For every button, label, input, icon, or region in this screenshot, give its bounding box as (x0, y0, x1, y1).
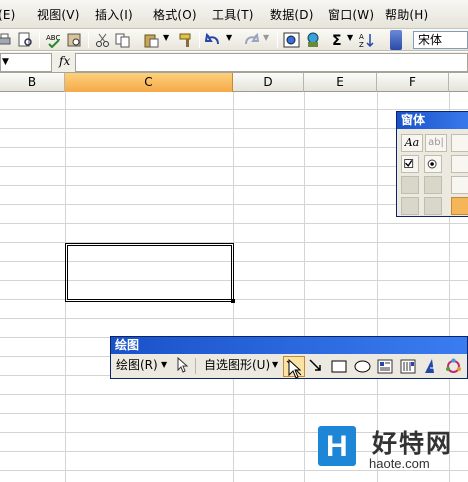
spelling-icon[interactable]: ABC (45, 32, 62, 48)
combo-list-tool-icon[interactable] (401, 176, 419, 194)
redo-dropdown-icon[interactable]: ▼ (263, 33, 269, 42)
print-preview-icon[interactable] (17, 32, 34, 48)
autoshapes-dropdown-icon[interactable]: ▼ (272, 360, 278, 369)
site-logo: H (318, 426, 356, 466)
toolbar-separator (88, 32, 89, 48)
column-header-f[interactable]: F (377, 73, 449, 92)
column-header-b[interactable]: B (0, 73, 65, 92)
textbox-icon[interactable] (377, 359, 393, 374)
site-url: haote.com (369, 456, 430, 471)
logo-letter: H (326, 430, 348, 463)
vertical-textbox-icon[interactable] (400, 359, 416, 374)
name-box[interactable]: ▼ (0, 53, 52, 72)
autosum-dropdown-icon[interactable]: ▼ (347, 33, 353, 42)
toggle-grid-icon[interactable] (451, 197, 468, 215)
svg-text:Σ: Σ (332, 33, 342, 48)
redo-icon[interactable] (242, 32, 259, 48)
column-headers: B C D E F (0, 73, 468, 92)
diagram-icon[interactable] (445, 358, 462, 375)
svg-text:Z: Z (359, 41, 364, 48)
font-name-field[interactable]: 宋体 (413, 31, 468, 49)
grid-line (304, 92, 305, 482)
edit-box-tool-icon[interactable]: ab| (425, 134, 447, 152)
paste-dropdown-icon[interactable]: ▼ (163, 33, 169, 42)
chart-wizard-icon[interactable] (305, 32, 322, 48)
print-icon[interactable] (0, 32, 13, 48)
grid-line (0, 413, 468, 414)
wordart-icon[interactable] (423, 358, 439, 375)
sort-icon[interactable]: AZ (358, 32, 375, 48)
formula-input[interactable] (75, 53, 468, 72)
cut-icon[interactable] (94, 32, 111, 48)
list-box-tool-icon[interactable] (451, 155, 468, 173)
column-header-c[interactable]: C (65, 73, 233, 92)
paste-icon[interactable] (143, 32, 160, 48)
menu-insert[interactable]: 插入(I) (95, 7, 133, 23)
menu-edit[interactable]: (E) (0, 7, 16, 23)
autosum-icon[interactable]: Σ (330, 32, 347, 48)
draw-menu-dropdown-icon[interactable]: ▼ (161, 360, 167, 369)
formula-bar: ▼ fx (0, 52, 468, 73)
grid-line (0, 223, 468, 224)
menu-tools[interactable]: 工具(T) (212, 7, 254, 23)
svg-text:A: A (359, 33, 364, 41)
forms-toolbar: 窗体 Aa ab| (396, 111, 468, 217)
undo-icon[interactable] (205, 32, 222, 48)
undo-dropdown-icon[interactable]: ▼ (226, 33, 232, 42)
grid-line (0, 109, 468, 110)
copy-icon[interactable] (114, 32, 131, 48)
grid-line (0, 318, 468, 319)
resize-handle[interactable] (231, 299, 235, 303)
hyperlink-icon[interactable] (283, 32, 300, 48)
column-header-e[interactable]: E (304, 73, 377, 92)
menu-bar: (E) 视图(V) 插入(I) 格式(O) 工具(T) 数据(D) 窗口(W) … (0, 0, 468, 29)
drawing-toolbar-title[interactable]: 绘图 (111, 337, 467, 354)
mouse-cursor-icon (288, 359, 302, 379)
menu-view[interactable]: 视图(V) (37, 7, 80, 23)
option-button-tool-icon[interactable] (424, 155, 442, 173)
menu-data[interactable]: 数据(D) (270, 7, 314, 23)
toolbar-separator (195, 358, 196, 374)
rectangle-icon[interactable] (331, 360, 347, 373)
drawing-toolbar: 绘图 绘图(R) ▼ 自选图形(U) ▼ (110, 336, 468, 379)
forms-toolbar-title[interactable]: 窗体 (397, 112, 468, 129)
label-tool-icon[interactable]: Aa (401, 134, 423, 152)
group-box-tool-icon[interactable] (451, 134, 468, 152)
menu-window[interactable]: 窗口(W) (328, 7, 374, 23)
dialog-tool-icon[interactable] (424, 197, 442, 215)
checkbox-tool-icon[interactable] (401, 155, 419, 173)
standard-toolbar: ABC ▼ ▼ ▼ Σ ▼ AZ 宋体 (0, 29, 468, 51)
combo-dropdown-tool-icon[interactable] (424, 176, 442, 194)
autoshapes-menu-button[interactable]: 自选图形(U) (204, 357, 270, 373)
column-header-d[interactable]: D (233, 73, 304, 92)
toolbar-options-icon[interactable] (390, 30, 402, 50)
scroll-bar-tool-icon[interactable] (451, 176, 468, 194)
grid-line (0, 394, 468, 395)
insert-function-icon[interactable]: fx (59, 54, 70, 68)
select-objects-icon[interactable] (175, 357, 189, 374)
oval-icon[interactable] (354, 360, 371, 373)
toolbar-separator (277, 32, 278, 48)
name-box-dropdown-icon[interactable]: ▼ (2, 57, 9, 67)
toolbar-separator (39, 32, 40, 48)
rectangle-shape[interactable] (65, 243, 234, 302)
menu-help[interactable]: 帮助(H) (385, 7, 428, 23)
arrow-icon[interactable] (309, 359, 323, 373)
research-icon[interactable] (66, 32, 83, 48)
menu-format[interactable]: 格式(O) (153, 7, 197, 23)
draw-menu-button[interactable]: 绘图(R) (116, 357, 158, 373)
format-painter-icon[interactable] (178, 32, 195, 48)
site-name: 好特网 (372, 429, 454, 458)
toggle-grid-tool-icon[interactable] (401, 197, 419, 215)
toolbar-separator (199, 32, 200, 48)
